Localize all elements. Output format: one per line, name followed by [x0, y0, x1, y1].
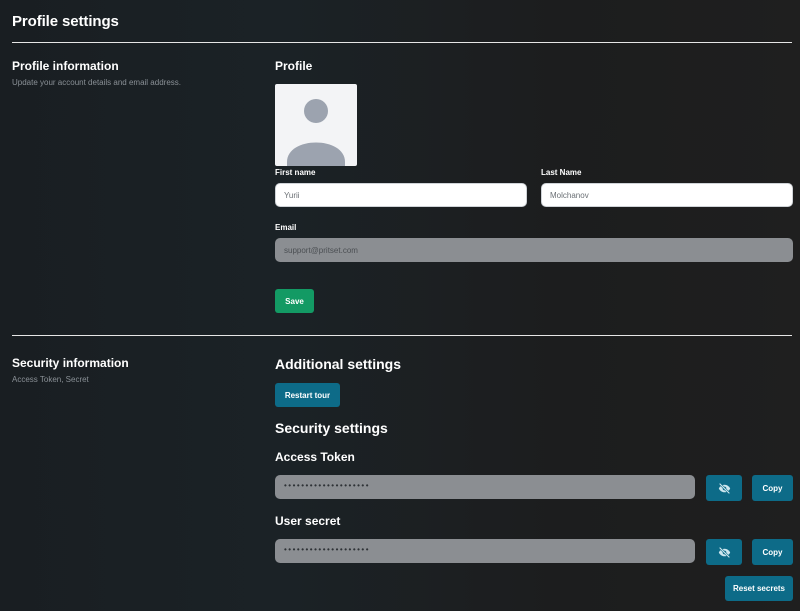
user-secret-field[interactable]: ••••••••••••••••••••	[275, 539, 695, 563]
profile-heading: Profile	[275, 59, 313, 73]
access-token-label: Access Token	[275, 450, 355, 464]
toggle-user-secret-visibility-button[interactable]	[706, 539, 742, 565]
avatar-placeholder-icon	[287, 99, 345, 166]
eye-off-icon	[718, 546, 730, 558]
reset-secrets-button[interactable]: Reset secrets	[725, 576, 793, 601]
last-name-label: Last Name	[541, 168, 582, 177]
section-divider	[12, 42, 792, 43]
last-name-field[interactable]	[541, 183, 793, 207]
restart-tour-button[interactable]: Restart tour	[275, 383, 340, 407]
security-section-title: Security information	[12, 356, 129, 370]
section-divider	[12, 335, 792, 336]
security-section-subtitle: Access Token, Secret	[12, 375, 89, 384]
copy-access-token-button[interactable]: Copy	[752, 475, 793, 501]
first-name-field[interactable]	[275, 183, 527, 207]
save-button[interactable]: Save	[275, 289, 314, 313]
access-token-field[interactable]: ••••••••••••••••••••	[275, 475, 695, 499]
security-settings-heading: Security settings	[275, 420, 388, 436]
user-secret-label: User secret	[275, 514, 341, 528]
eye-off-icon	[718, 482, 730, 494]
email-label: Email	[275, 223, 297, 232]
profile-section-subtitle: Update your account details and email ad…	[12, 78, 181, 87]
email-field	[275, 238, 793, 262]
additional-settings-heading: Additional settings	[275, 356, 401, 372]
toggle-access-token-visibility-button[interactable]	[706, 475, 742, 501]
copy-user-secret-button[interactable]: Copy	[752, 539, 793, 565]
profile-section-title: Profile information	[12, 59, 119, 73]
avatar[interactable]	[275, 84, 357, 166]
page-title: Profile settings	[12, 13, 119, 30]
first-name-label: First name	[275, 168, 316, 177]
